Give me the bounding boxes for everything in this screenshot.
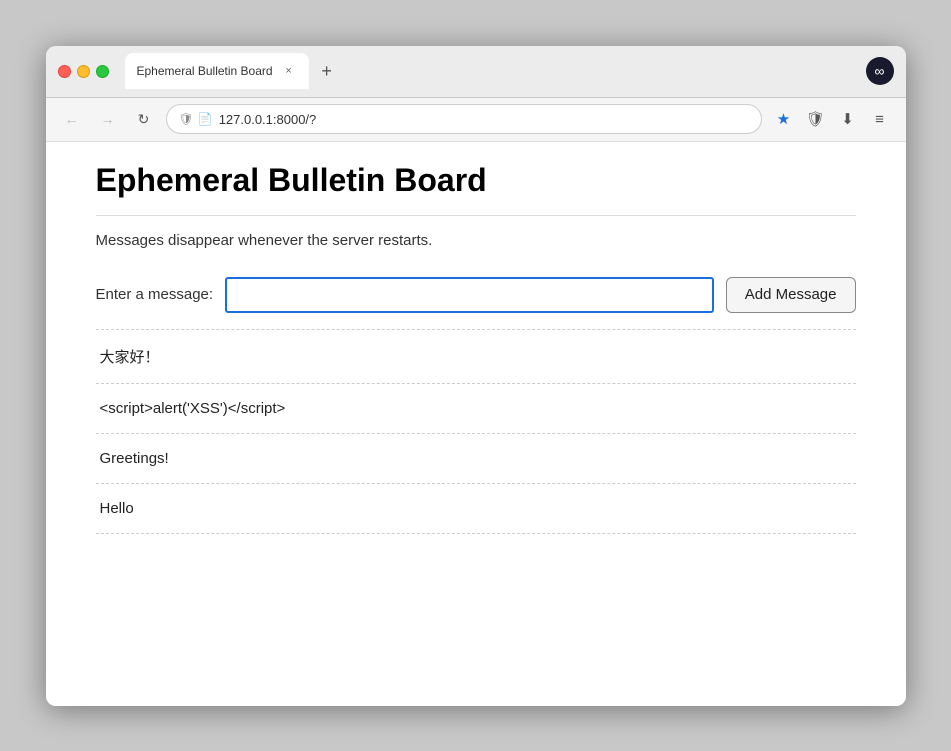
tab-close-button[interactable]: ×	[281, 63, 297, 79]
messages-list: 大家好！<script>alert('XSS')</script>Greetin…	[96, 329, 856, 534]
pocket-button[interactable]: 🛡	[802, 105, 830, 133]
page-subtitle: Messages disappear whenever the server r…	[96, 232, 856, 249]
file-icon: 📄	[198, 112, 213, 126]
message-input[interactable]	[225, 277, 714, 313]
forward-button[interactable]: →	[94, 105, 122, 133]
tab-title: Ephemeral Bulletin Board	[137, 64, 273, 78]
nav-bar: ← → ↻ 🛡 📄 127.0.0.1:8000/? ★ 🛡 ⬇ ≡	[46, 98, 906, 142]
active-tab[interactable]: Ephemeral Bulletin Board ×	[125, 53, 309, 89]
message-item: Greetings!	[96, 434, 856, 484]
address-bar-security: 🛡 📄	[179, 112, 213, 126]
message-item: 大家好！	[96, 330, 856, 384]
add-message-button[interactable]: Add Message	[726, 277, 856, 313]
title-bar: Ephemeral Bulletin Board × + ∞	[46, 46, 906, 98]
browser-profile[interactable]: ∞	[866, 57, 894, 85]
browser-window: Ephemeral Bulletin Board × + ∞ ← → ↻ 🛡 📄…	[46, 46, 906, 706]
shield-icon: 🛡	[179, 112, 194, 126]
download-button[interactable]: ⬇	[834, 105, 862, 133]
message-form: Enter a message: Add Message	[96, 277, 856, 313]
minimize-button[interactable]	[77, 65, 90, 78]
message-item: Hello	[96, 484, 856, 534]
page-title: Ephemeral Bulletin Board	[96, 162, 856, 216]
menu-button[interactable]: ≡	[866, 105, 894, 133]
traffic-lights	[58, 65, 109, 78]
tab-bar: Ephemeral Bulletin Board × +	[125, 53, 858, 89]
back-button[interactable]: ←	[58, 105, 86, 133]
new-tab-button[interactable]: +	[313, 57, 341, 85]
address-bar[interactable]: 🛡 📄 127.0.0.1:8000/?	[166, 104, 762, 134]
message-label: Enter a message:	[96, 286, 214, 303]
reload-button[interactable]: ↻	[130, 105, 158, 133]
bookmark-button[interactable]: ★	[770, 105, 798, 133]
nav-actions: ★ 🛡 ⬇ ≡	[770, 105, 894, 133]
address-text: 127.0.0.1:8000/?	[219, 112, 749, 127]
page-content: Ephemeral Bulletin Board Messages disapp…	[46, 142, 906, 706]
page-inner: Ephemeral Bulletin Board Messages disapp…	[76, 142, 876, 554]
close-button[interactable]	[58, 65, 71, 78]
maximize-button[interactable]	[96, 65, 109, 78]
message-item: <script>alert('XSS')</script>	[96, 384, 856, 434]
